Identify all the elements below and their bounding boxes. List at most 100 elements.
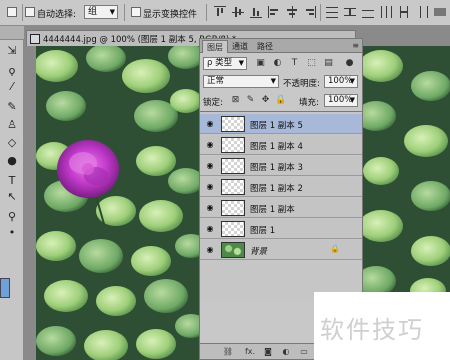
lock-transparency-icon[interactable]: ⊠ [230,95,241,106]
layer-name: 背景 [250,247,268,257]
align-top-icon[interactable] [214,6,226,18]
distribute-bottom-icon[interactable] [362,6,374,18]
lock-all-icon[interactable]: 🔒 [275,95,286,106]
watermark-text: 软件技巧 [320,316,424,344]
add-mask-icon[interactable]: ◙ [262,346,274,357]
link-layers-icon[interactable]: ⛓ [222,346,234,357]
auto-select-checkbox[interactable] [25,7,35,17]
distribute-vertical-center-icon[interactable] [344,6,356,18]
layer-name: 图层 1 副本 5 [250,121,303,131]
auto-select-dropdown[interactable]: 组 ▼ [84,5,118,19]
chevron-down-icon: ▼ [270,77,276,85]
filter-pixel-icon[interactable]: ▣ [255,58,266,69]
distribute-horizontal-center-icon[interactable] [398,6,410,18]
foreground-color-swatch[interactable] [0,278,10,298]
filter-shape-icon[interactable]: ⬚ [306,58,317,69]
show-transform-label: 显示变换控件 [143,10,198,20]
layer-name: 图层 1 [250,226,276,236]
distribute-right-icon[interactable] [416,6,428,18]
distribute-top-icon[interactable] [326,6,338,18]
document-icon [30,34,40,44]
align-horizontal-center-icon[interactable] [286,6,298,18]
options-toggle-checkbox[interactable] [7,7,17,17]
align-vertical-center-icon[interactable] [232,6,244,18]
eye-icon[interactable]: ◉ [204,182,216,191]
lock-pixels-icon[interactable]: ✎ [245,95,256,106]
lock-icon: 🔒 [330,244,340,253]
panel-tab-bar: 图层 通道 路径 ≡ [200,39,362,53]
move-tool-icon[interactable]: ⇲ [4,44,20,58]
divider [124,4,125,21]
layer-row[interactable]: ◉ 图层 1 副本 2 [200,177,362,197]
filter-adjustment-icon[interactable]: ◐ [272,58,283,69]
lock-position-icon[interactable]: ✥ [260,95,271,106]
layer-thumbnail [221,221,245,237]
tools-panel: ⇲ ϙ ⁄ ✎ ♙ ◇ ● T ↖ ⚲ • [0,40,24,360]
layer-row[interactable]: ◉ 图层 1 [200,219,362,239]
filter-kind-value: ρ 类型 [207,58,233,68]
show-transform-checkbox[interactable] [131,7,141,17]
layer-row[interactable]: ◉ 图层 1 副本 4 [200,135,362,155]
align-left-icon[interactable] [268,6,280,18]
layer-row-background[interactable]: ◉ 背景 🔒 [200,240,362,260]
blend-mode-value: 正常 [207,76,225,86]
tab-channels[interactable]: 通道 [228,40,252,53]
layer-thumbnail [221,200,245,216]
eye-icon[interactable]: ◉ [204,119,216,128]
lasso-tool-icon[interactable]: ϙ [4,64,20,78]
eye-icon[interactable]: ◉ [204,161,216,170]
layer-row[interactable]: ◉ 图层 1 副本 5 [200,114,362,134]
layer-thumbnail [221,116,245,132]
filter-row: ρ 类型 ▼ ▣ ◐ T ⬚ ▤ ● [203,57,359,71]
filter-type-icon[interactable]: T [289,58,300,69]
lock-row: 锁定: ⊠ ✎ ✥ 🔒 填充: 100% ▼ [203,94,359,108]
tools-panel-header[interactable] [0,26,24,40]
eyedropper-tool-icon[interactable]: ⁄ [4,80,20,94]
type-tool-icon[interactable]: T [4,174,20,188]
auto-align-icon[interactable] [434,6,446,18]
divider [320,4,321,21]
opacity-label: 不透明度: [283,79,320,89]
eye-icon[interactable]: ◉ [204,245,216,254]
align-right-icon[interactable] [304,6,316,18]
fill-input[interactable]: 100% ▼ [324,94,358,107]
peony-flower [57,140,119,198]
path-selection-tool-icon[interactable]: ↖ [4,190,20,204]
layer-row[interactable]: ◉ 图层 1 副本 [200,198,362,218]
panel-menu-icon[interactable]: ≡ [352,41,359,50]
eye-icon[interactable]: ◉ [204,140,216,149]
eye-icon[interactable]: ◉ [204,203,216,212]
add-style-icon[interactable]: fx. [242,346,258,357]
align-bottom-icon[interactable] [250,6,262,18]
chevron-down-icon: ▼ [349,77,355,85]
divider [206,4,207,21]
dodge-tool-icon[interactable]: ● [4,154,20,168]
zoom-tool-icon[interactable]: ⚲ [4,210,20,224]
layer-row[interactable]: ◉ 图层 1 副本 3 [200,156,362,176]
brush-tool-icon[interactable]: ✎ [4,100,20,114]
fill-label: 填充: [299,98,319,108]
layer-name: 图层 1 副本 3 [250,163,303,173]
blend-mode-dropdown[interactable]: 正常 ▼ [203,75,279,88]
distribute-left-icon[interactable] [380,6,392,18]
layer-name: 图层 1 副本 [250,205,295,215]
auto-select-label: 自动选择: [37,10,77,20]
eye-icon[interactable]: ◉ [204,224,216,233]
layer-thumbnail [221,137,245,153]
new-group-icon[interactable]: ▭ [298,346,310,357]
hand-tool-icon[interactable]: • [4,226,20,240]
chevron-down-icon: ▼ [238,59,244,67]
tab-paths[interactable]: 路径 [253,40,277,53]
filter-kind-dropdown[interactable]: ρ 类型 ▼ [203,57,247,70]
filter-smart-object-icon[interactable]: ▤ [323,58,334,69]
tab-layers[interactable]: 图层 [202,40,228,53]
stamp-tool-icon[interactable]: ♙ [4,118,20,132]
filter-toggle-icon[interactable]: ● [344,58,355,69]
layer-name: 图层 1 副本 2 [250,184,303,194]
new-adjustment-icon[interactable]: ◐ [280,346,292,357]
options-bar: 自动选择: 组 ▼ 显示变换控件 [0,0,450,26]
opacity-input[interactable]: 100% ▼ [324,75,358,88]
layer-name: 图层 1 副本 4 [250,142,303,152]
eraser-tool-icon[interactable]: ◇ [4,136,20,150]
photoshop-window: 自动选择: 组 ▼ 显示变换控件 ⇲ ϙ ⁄ ✎ ♙ ◇ ● T ↖ ⚲ • 4… [0,0,450,360]
